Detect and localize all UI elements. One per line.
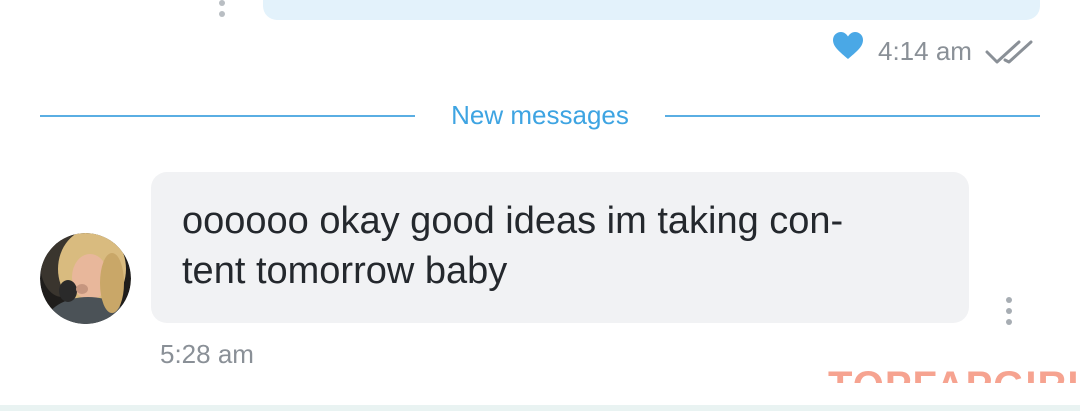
double-check-icon: [985, 40, 1033, 64]
new-messages-divider-left: [40, 115, 415, 117]
received-message-line: tent tomorrow baby: [182, 250, 508, 292]
sent-message-time: 4:14 am: [878, 36, 972, 66]
received-message-line: oooooo okay good ideas im taking con-: [182, 200, 844, 242]
new-messages-divider-right: [665, 115, 1040, 117]
watermark-text: TOPFAPGIRLS: [828, 366, 1078, 383]
received-message-text: oooooo okay good ideas im taking con- te…: [182, 196, 942, 296]
new-messages-label: New messages: [451, 100, 629, 130]
more-options-icon[interactable]: [219, 0, 225, 17]
more-vertical-icon[interactable]: [1006, 297, 1012, 325]
received-message-time: 5:28 am: [160, 339, 254, 369]
watermark-logo: TOPFAPGIRLS: [828, 366, 1078, 383]
heart-icon[interactable]: [832, 31, 864, 61]
sent-message-bubble[interactable]: [263, 0, 1040, 20]
sender-avatar[interactable]: [40, 233, 131, 324]
bottom-edge: [0, 405, 1080, 411]
